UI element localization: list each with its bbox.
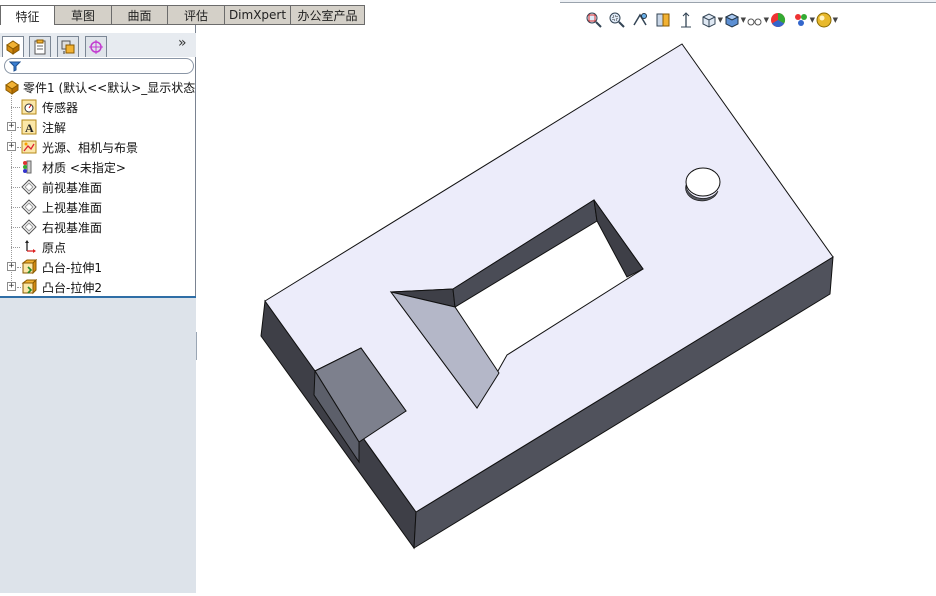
lights-cameras-icon <box>21 139 37 155</box>
display-style-icon <box>724 13 740 28</box>
feature-manager-icon <box>6 40 20 55</box>
manager-more-chevron[interactable]: » <box>178 35 187 51</box>
configuration-manager-tab[interactable] <box>57 36 79 57</box>
view-settings-button[interactable]: ▼ <box>815 10 838 30</box>
hide-show-items-button[interactable]: ▼ <box>746 10 769 30</box>
view-orientation-icon <box>702 13 716 28</box>
filter-icon <box>8 60 22 75</box>
origin-icon <box>21 239 37 255</box>
zoom-to-fit-icon <box>586 12 602 28</box>
tree-item-label: 传感器 <box>42 100 79 115</box>
dim-xpert-manager-icon <box>89 40 103 54</box>
boss-extrude-icon <box>21 259 37 275</box>
property-manager-tab[interactable] <box>29 36 51 57</box>
heads-up-view-toolbar: ▼ ▼ ▼ ▼ ▼ <box>585 10 838 30</box>
property-manager-icon <box>34 39 46 55</box>
expand-toggle[interactable]: + <box>7 282 16 291</box>
tree-root-label: 零件1 (默认<<默认>_显示状态 <box>23 80 196 95</box>
feature-manager-tab[interactable] <box>2 36 24 57</box>
annotation-icon: A <box>21 119 37 135</box>
tree-item-label: 前视基准面 <box>42 180 103 195</box>
zoom-to-area-button[interactable] <box>608 10 631 30</box>
expand-toggle[interactable]: + <box>7 262 16 271</box>
tree-item-boss-extrude-2[interactable]: + 凸台-拉伸2 <box>0 277 102 297</box>
dynamic-annotation-icon <box>681 12 691 28</box>
section-view-button[interactable] <box>654 10 677 30</box>
plane-icon <box>21 179 37 195</box>
tree-root-part[interactable]: 零件1 (默认<<默认>_显示状态 <box>4 77 195 97</box>
tree-item-label: 凸台-拉伸2 <box>42 280 102 295</box>
expand-toggle[interactable]: + <box>7 122 16 131</box>
tree-item-boss-extrude-1[interactable]: + 凸台-拉伸1 <box>0 257 102 277</box>
tree-item-front-plane[interactable]: 前视基准面 <box>0 177 102 197</box>
display-style-button[interactable]: ▼ <box>723 10 746 30</box>
tree-item-top-plane[interactable]: 上视基准面 <box>0 197 102 217</box>
previous-view-icon <box>633 13 647 26</box>
tab-surfaces[interactable]: 曲面 <box>112 5 168 25</box>
tree-item-label: 右视基准面 <box>42 220 103 235</box>
section-view-icon <box>656 13 670 27</box>
material-icon <box>21 159 37 175</box>
tree-item-right-plane[interactable]: 右视基准面 <box>0 217 102 237</box>
svg-text:A: A <box>25 121 34 135</box>
tree-item-origin[interactable]: 原点 <box>0 237 66 257</box>
expand-toggle[interactable]: + <box>7 142 16 151</box>
dim-xpert-manager-tab[interactable] <box>85 36 107 57</box>
tree-item-material[interactable]: 材质 <未指定> <box>0 157 126 177</box>
apply-scene-button[interactable]: ▼ <box>792 10 815 30</box>
previous-view-button[interactable] <box>631 10 654 30</box>
manager-tab-bar: » <box>0 33 196 57</box>
tab-features[interactable]: 特征 <box>0 5 55 26</box>
command-manager-tabs: 特征 草图 曲面 评估 DimXpert 办公室产品 <box>0 5 370 26</box>
view-orientation-button[interactable]: ▼ <box>700 10 723 30</box>
panel-empty-area <box>0 298 196 593</box>
window-edge <box>560 0 936 3</box>
zoom-to-area-icon <box>609 12 625 28</box>
tree-item-label: 注解 <box>42 120 67 135</box>
tree-item-annotations[interactable]: + A 注解 <box>0 117 66 137</box>
zoom-to-fit-button[interactable] <box>585 10 608 30</box>
sensor-icon <box>21 99 37 115</box>
dynamic-annotation-button[interactable] <box>677 10 700 30</box>
tree-item-lights-cameras[interactable]: + 光源、相机与布景 <box>0 137 138 157</box>
graphics-viewport[interactable] <box>197 25 936 593</box>
tree-filter-input[interactable] <box>4 58 194 74</box>
hide-show-items-icon <box>747 18 762 26</box>
tree-item-sensors[interactable]: 传感器 <box>0 97 78 117</box>
tree-item-label: 原点 <box>42 240 67 255</box>
plane-icon <box>21 199 37 215</box>
tab-office-products[interactable]: 办公室产品 <box>291 5 365 25</box>
configuration-manager-icon <box>61 40 75 54</box>
tab-dimxpert[interactable]: DimXpert <box>225 5 291 25</box>
part-model-3d[interactable] <box>197 25 936 593</box>
view-settings-icon <box>816 12 832 28</box>
through-hole <box>685 167 721 197</box>
boss-extrude-icon <box>21 279 37 295</box>
part-icon <box>4 79 20 95</box>
edit-appearance-icon <box>771 12 786 27</box>
edit-appearance-button[interactable] <box>769 10 792 30</box>
tab-sketch[interactable]: 草图 <box>55 5 112 25</box>
tree-item-label: 光源、相机与布景 <box>42 140 139 155</box>
tree-item-label: 上视基准面 <box>42 200 103 215</box>
tab-evaluate[interactable]: 评估 <box>168 5 225 25</box>
tree-item-label: 材质 <未指定> <box>42 160 126 175</box>
apply-scene-icon <box>795 14 807 26</box>
tree-item-label: 凸台-拉伸1 <box>42 260 102 275</box>
plane-icon <box>21 219 37 235</box>
